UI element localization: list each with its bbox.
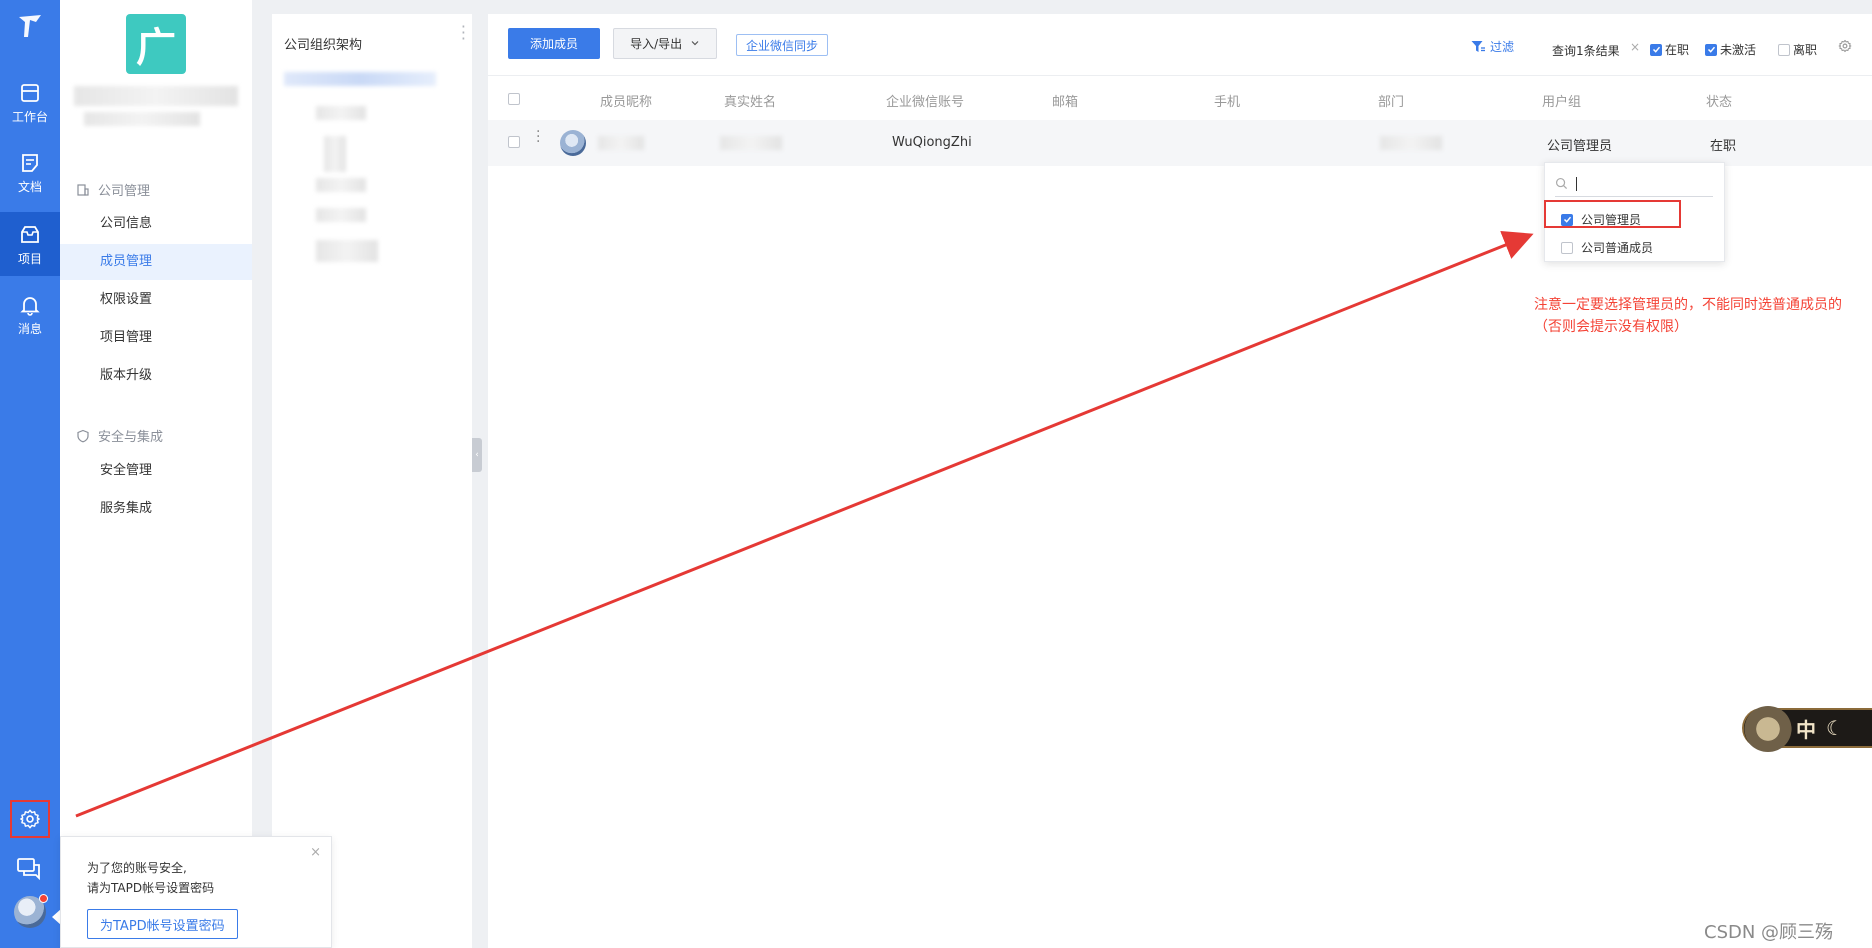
- wechat-account: WuQiongZhi: [892, 135, 972, 150]
- member-avatar: [560, 130, 586, 156]
- group-search-input[interactable]: [1555, 171, 1713, 197]
- select-all-checkbox[interactable]: [508, 93, 520, 105]
- status-cell: 在职: [1710, 139, 1737, 154]
- section-security-integration: 安全与集成: [76, 426, 163, 445]
- rail-item-workbench[interactable]: 工作台: [0, 70, 60, 134]
- blurred-nickname: [598, 136, 644, 150]
- chevron-down-icon: [691, 41, 699, 46]
- column-header[interactable]: 部门: [1378, 91, 1404, 110]
- section-company-management: 公司管理: [76, 180, 150, 199]
- icon-rail: 工作台 文档 项目 消息: [0, 0, 60, 948]
- rail-item-project[interactable]: 项目: [0, 212, 60, 276]
- org-title: 公司组织架构: [284, 38, 363, 53]
- blurred-company-subtitle: [84, 112, 200, 126]
- user-avatar[interactable]: [14, 894, 48, 928]
- checkbox-checked-icon: [1650, 43, 1662, 56]
- add-member-button[interactable]: 添加成员: [508, 28, 600, 59]
- rail-item-label: 消息: [17, 322, 42, 336]
- blurred-department: [1380, 136, 1442, 150]
- rail-item-label: 文档: [17, 180, 42, 194]
- filter-icon: [1471, 40, 1485, 52]
- org-tree-root[interactable]: [284, 72, 436, 86]
- close-icon[interactable]: ×: [310, 845, 321, 860]
- tip-text: 为了您的账号安全,: [87, 861, 187, 875]
- more-vertical-icon[interactable]: · · ·: [461, 19, 466, 47]
- column-header[interactable]: 手机: [1214, 91, 1240, 110]
- filter-inactive-checkbox[interactable]: 未激活: [1705, 41, 1756, 58]
- settings-gear-button[interactable]: [10, 800, 50, 838]
- annotation-note: 注意一定要选择管理员的，不能同时选普通成员的（否则会提示没有权限）: [1534, 297, 1842, 335]
- org-tree-node[interactable]: [316, 240, 378, 262]
- chat-icon: [17, 858, 40, 881]
- annotation-highlight-box: [1544, 200, 1681, 228]
- sidebar-item-member-management[interactable]: 成员管理: [60, 244, 252, 280]
- inbox-icon: [21, 226, 39, 243]
- toolbar: 添加成员 导入/导出 企业微信同步 过滤 查询1条结果 × 在职 未激活 离职: [488, 14, 1872, 76]
- org-tree-node[interactable]: [316, 106, 366, 120]
- sidebar-item-company-info[interactable]: 公司信息: [60, 206, 252, 242]
- rail-item-docs[interactable]: 文档: [0, 140, 60, 204]
- building-icon: [77, 183, 89, 196]
- user-group-cell[interactable]: 公司管理员: [1547, 135, 1612, 154]
- column-header[interactable]: 邮箱: [1052, 91, 1078, 110]
- document-icon: [22, 154, 38, 172]
- rail-item-label: 工作台: [11, 110, 48, 124]
- rail-item-label: 项目: [17, 252, 42, 266]
- bell-icon: [20, 297, 40, 316]
- sidebar-item-version-upgrade[interactable]: 版本升级: [60, 358, 252, 394]
- sidebar-item-service-integration[interactable]: 服务集成: [60, 491, 252, 527]
- row-checkbox[interactable]: [508, 136, 520, 148]
- blurred-real-name: [720, 136, 782, 150]
- column-header[interactable]: 企业微信账号: [886, 91, 964, 110]
- sidebar-item-security[interactable]: 安全管理: [60, 453, 252, 489]
- filter-button[interactable]: 过滤: [1470, 38, 1514, 55]
- column-settings-icon[interactable]: [1838, 39, 1852, 57]
- company-logo: 广: [126, 14, 186, 74]
- workbench-icon: [21, 84, 39, 102]
- notification-dot: [39, 894, 48, 903]
- shield-icon: [77, 429, 89, 442]
- option-company-member[interactable]: 公司普通成员: [1561, 239, 1653, 256]
- org-tree-node[interactable]: [324, 136, 346, 172]
- org-structure-panel: 公司组织架构 · · ·: [272, 14, 472, 948]
- collapse-panel-handle[interactable]: ‹: [472, 438, 482, 472]
- filter-active-checkbox[interactable]: 在职: [1650, 41, 1689, 58]
- filter-left-checkbox[interactable]: 离职: [1778, 41, 1817, 58]
- search-icon: [1555, 177, 1568, 190]
- sidebar-item-project-management[interactable]: 项目管理: [60, 320, 252, 356]
- org-tree-node[interactable]: [316, 208, 366, 222]
- set-password-button[interactable]: 为TAPD帐号设置密码: [87, 909, 238, 939]
- result-count: 查询1条结果: [1552, 44, 1620, 58]
- text-cursor: [1576, 176, 1577, 191]
- column-header[interactable]: 状态: [1706, 91, 1732, 110]
- checkbox-empty-icon: [1561, 241, 1573, 254]
- tapd-logo-icon[interactable]: [16, 12, 44, 40]
- checkbox-checked-icon: [1705, 43, 1717, 56]
- floating-badge[interactable]: 中 ☾: [1742, 706, 1872, 752]
- blurred-company-name: [74, 86, 238, 106]
- tip-text: 请为TAPD帐号设置密码: [87, 881, 215, 895]
- column-header[interactable]: 用户组: [1542, 91, 1581, 110]
- sidebar-item-permissions[interactable]: 权限设置: [60, 282, 252, 318]
- row-actions-icon[interactable]: · · ·: [536, 125, 540, 149]
- checkbox-empty-icon: [1778, 43, 1790, 56]
- column-header[interactable]: 成员昵称: [600, 91, 652, 110]
- table-row[interactable]: · · · WuQiongZhi 公司管理员 在职: [488, 120, 1872, 166]
- rail-item-messages[interactable]: 消息: [0, 282, 60, 346]
- password-tip-popup: × 为了您的账号安全, 请为TAPD帐号设置密码 为TAPD帐号设置密码: [60, 836, 332, 948]
- column-header[interactable]: 真实姓名: [724, 91, 776, 110]
- gear-icon: [20, 809, 40, 829]
- import-export-dropdown[interactable]: 导入/导出: [613, 28, 717, 59]
- feedback-chat-button[interactable]: [16, 856, 42, 884]
- org-tree-node[interactable]: [316, 178, 366, 192]
- wechat-sync-button[interactable]: 企业微信同步: [736, 34, 829, 56]
- clear-filter-icon[interactable]: ×: [1630, 40, 1640, 54]
- moon-icon: ☾: [1826, 716, 1844, 740]
- dragon-icon: [1744, 706, 1792, 752]
- csdn-watermark: CSDN @顾三殇: [1704, 922, 1834, 943]
- admin-sidebar: 广 公司管理 公司信息 成员管理 权限设置 项目管理 版本升级 安全与集成 安全…: [60, 0, 252, 948]
- table-header: 成员昵称 真实姓名 企业微信账号 邮箱 手机 部门 用户组 状态: [488, 77, 1872, 119]
- member-management-main: 添加成员 导入/导出 企业微信同步 过滤 查询1条结果 × 在职 未激活 离职: [488, 14, 1872, 948]
